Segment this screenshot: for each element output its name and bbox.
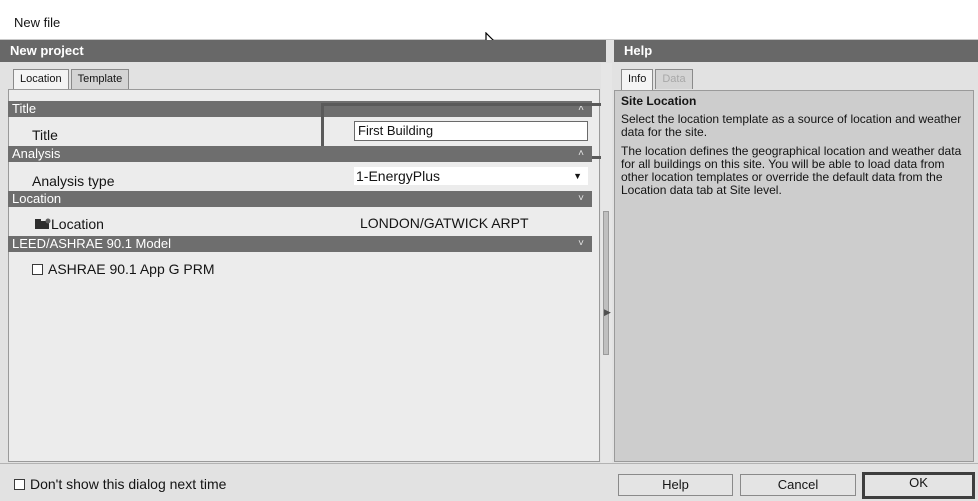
analysis-type-select[interactable]: 1-EnergyPlus ▼ (354, 167, 588, 185)
dropdown-arrow-icon[interactable]: ▼ (573, 167, 582, 185)
category-location-label: Location (12, 191, 62, 206)
category-analysis-label: Analysis (12, 146, 61, 161)
analysis-type-label: Analysis type (32, 173, 115, 189)
new-project-header: New project (0, 40, 606, 62)
category-location[interactable]: Location ˅ (8, 191, 592, 207)
dont-show-option[interactable]: Don't show this dialog next time (14, 476, 226, 492)
category-leed[interactable]: LEED/ASHRAE 90.1 Model ˅ (8, 236, 592, 252)
window-title: New file (14, 15, 61, 30)
help-button[interactable]: Help (618, 474, 733, 496)
splitter-arrow-icon[interactable]: ▶ (604, 307, 611, 318)
ashrae-checkbox[interactable] (32, 263, 43, 275)
chevron-down-double-icon[interactable]: ˅ (578, 236, 584, 252)
cancel-button[interactable]: Cancel (740, 474, 856, 496)
dont-show-checkbox[interactable] (14, 478, 25, 490)
help-content: Site Location Select the location templa… (614, 90, 974, 462)
panel-splitter[interactable]: ▶ (601, 63, 612, 463)
ok-button[interactable]: OK (862, 472, 975, 499)
help-tabs: Info Data (621, 69, 693, 90)
dont-show-label: Don't show this dialog next time (30, 476, 227, 492)
title-label: Title (32, 127, 58, 143)
footer-divider (0, 463, 978, 464)
tab-template[interactable]: Template (70, 69, 130, 89)
property-row-location: Location LONDON/GATWICK ARPT (8, 214, 592, 236)
location-label: Location (51, 216, 104, 232)
chevron-up-double-icon[interactable]: ˄ (578, 146, 584, 162)
splitter-grip[interactable] (603, 211, 609, 355)
project-tabs: Location Template (13, 69, 130, 90)
analysis-type-value: 1-EnergyPlus (356, 168, 441, 184)
tab-info[interactable]: Info (621, 69, 654, 90)
tab-data: Data (655, 69, 693, 89)
help-paragraph-2: The location defines the geographical lo… (621, 144, 962, 197)
help-header: Help (614, 40, 978, 62)
category-title-label: Title (12, 101, 37, 116)
ashrae-option[interactable]: ASHRAE 90.1 App G PRM (32, 261, 215, 277)
help-heading: Site Location (621, 94, 697, 108)
ashrae-label: ASHRAE 90.1 App G PRM (48, 261, 215, 277)
tab-location[interactable]: Location (13, 69, 69, 90)
category-leed-label: LEED/ASHRAE 90.1 Model (12, 236, 171, 251)
help-paragraph-1: Select the location template as a source… (621, 112, 962, 139)
chevron-down-double-icon[interactable]: ˅ (578, 191, 584, 207)
category-analysis[interactable]: Analysis ˄ (8, 146, 592, 162)
location-value[interactable]: LONDON/GATWICK ARPT (360, 215, 529, 231)
